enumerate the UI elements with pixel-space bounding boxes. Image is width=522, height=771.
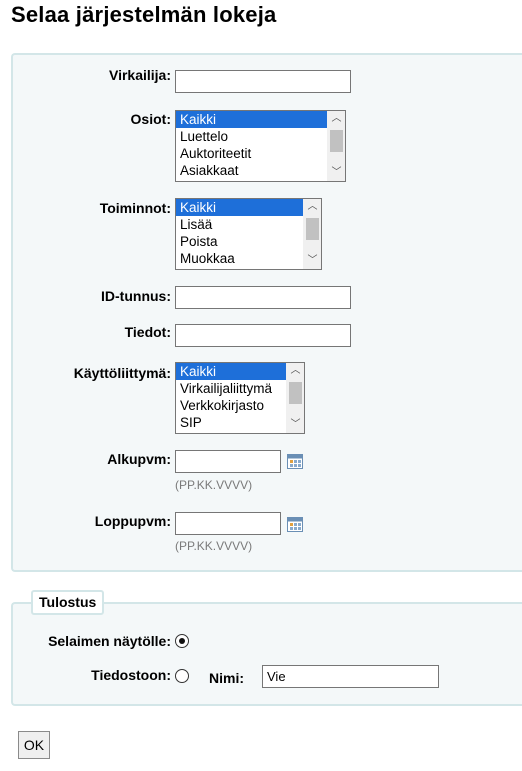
scroll-thumb[interactable]: [289, 382, 302, 404]
modules-option[interactable]: Asiakkaat: [176, 162, 345, 179]
modules-option[interactable]: Luettelo: [176, 128, 345, 145]
info-label: Tiedot:: [124, 324, 171, 340]
interface-scrollbar[interactable]: ︿ ﹀: [286, 363, 304, 433]
object-label: ID-tunnus:: [101, 288, 171, 304]
modules-label: Osiot:: [130, 111, 171, 127]
scroll-thumb[interactable]: [330, 130, 343, 152]
calendar-icon[interactable]: [287, 454, 303, 469]
date-format-hint: (PP.KK.VVVV): [175, 478, 253, 492]
actions-select[interactable]: Kaikki Lisää Poista Muokkaa ︿ ﹀: [175, 198, 322, 270]
screen-output-radio[interactable]: [175, 634, 189, 648]
page-title: Selaa järjestelmän lokeja: [11, 2, 277, 27]
actions-scrollbar[interactable]: ︿ ﹀: [303, 199, 321, 269]
modules-scrollbar[interactable]: ︿ ﹀: [327, 111, 345, 181]
ok-button[interactable]: OK: [18, 731, 50, 759]
scroll-up-icon[interactable]: ︿: [304, 199, 321, 215]
filename-input[interactable]: [262, 665, 439, 688]
actions-option[interactable]: Muokkaa: [176, 250, 321, 267]
date-format-hint: (PP.KK.VVVV): [175, 539, 253, 553]
interface-select[interactable]: Kaikki Virkailijaliittymä Verkkokirjasto…: [175, 362, 305, 434]
interface-label: Käyttöliittymä:: [73, 365, 171, 381]
interface-option[interactable]: Verkkokirjasto: [176, 397, 304, 414]
file-output-radio[interactable]: [175, 669, 189, 683]
actions-label: Toiminnot:: [99, 200, 171, 216]
actions-option[interactable]: Lisää: [176, 216, 321, 233]
screen-output-label: Selaimen näytölle:: [48, 633, 171, 649]
file-output-label: Tiedostoon:: [91, 667, 171, 683]
output-fieldset: Tulostus Selaimen näytölle: Tiedostoon: …: [11, 590, 522, 706]
modules-option[interactable]: Kaikki: [176, 111, 345, 128]
object-id-input[interactable]: [175, 286, 351, 309]
actions-option[interactable]: Poista: [176, 233, 321, 250]
actions-option[interactable]: Kaikki: [176, 199, 321, 216]
filename-label: Nimi:: [209, 670, 244, 686]
scroll-down-icon[interactable]: ﹀: [287, 417, 304, 433]
librarian-input[interactable]: [175, 70, 351, 93]
interface-option[interactable]: SIP: [176, 414, 304, 431]
to-date-label: Loppupvm:: [94, 513, 171, 529]
modules-select[interactable]: Kaikki Luettelo Auktoriteetit Asiakkaat …: [175, 110, 346, 182]
from-date-input[interactable]: [175, 450, 281, 473]
scroll-up-icon[interactable]: ︿: [287, 363, 304, 379]
output-legend: Tulostus: [31, 590, 105, 615]
interface-option[interactable]: Kaikki: [176, 363, 304, 380]
calendar-icon[interactable]: [287, 517, 303, 532]
from-date-label: Alkupvm:: [107, 451, 171, 467]
to-date-input[interactable]: [175, 512, 281, 535]
scroll-down-icon[interactable]: ﹀: [328, 165, 345, 181]
librarian-label: Virkailija:: [108, 67, 171, 83]
modules-option[interactable]: Auktoriteetit: [176, 145, 345, 162]
scroll-down-icon[interactable]: ﹀: [304, 253, 321, 269]
radio-selected-dot: [178, 637, 185, 644]
log-filter-fieldset: Virkailija: Osiot: Kaikki Luettelo Aukto…: [11, 53, 522, 572]
info-input[interactable]: [175, 324, 351, 347]
scroll-up-icon[interactable]: ︿: [328, 111, 345, 127]
interface-option[interactable]: Virkailijaliittymä: [176, 380, 304, 397]
scroll-thumb[interactable]: [306, 218, 319, 240]
